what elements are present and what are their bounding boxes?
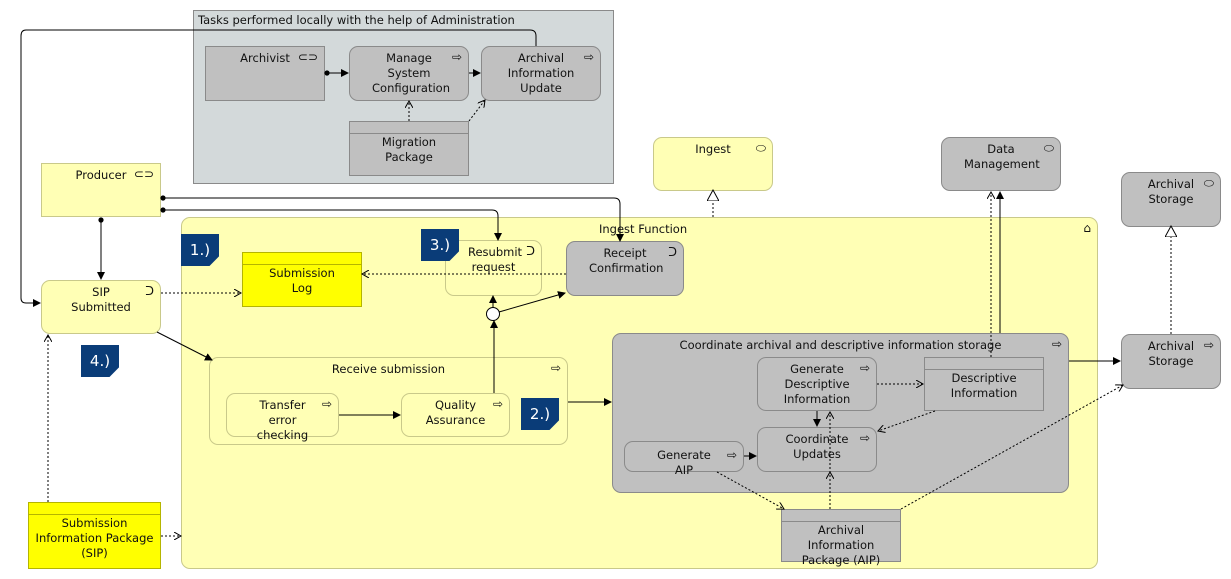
edge-migration-aiu: [468, 100, 485, 122]
edge-aip-storage: [900, 385, 1123, 510]
edge-aiu-sip-submitted: [20, 29, 537, 307]
edge-genaip-aip: [716, 471, 784, 509]
edge-sip-submitted-receive: [156, 331, 213, 361]
edge-producer-resubmit: [160, 207, 502, 241]
edge-junction-receipt: [498, 291, 566, 313]
connectors: [20, 29, 1231, 579]
edge-producer-receipt: [160, 195, 624, 242]
or-junction: [486, 307, 500, 321]
edge-descinfo-coordupdates: [878, 410, 936, 431]
